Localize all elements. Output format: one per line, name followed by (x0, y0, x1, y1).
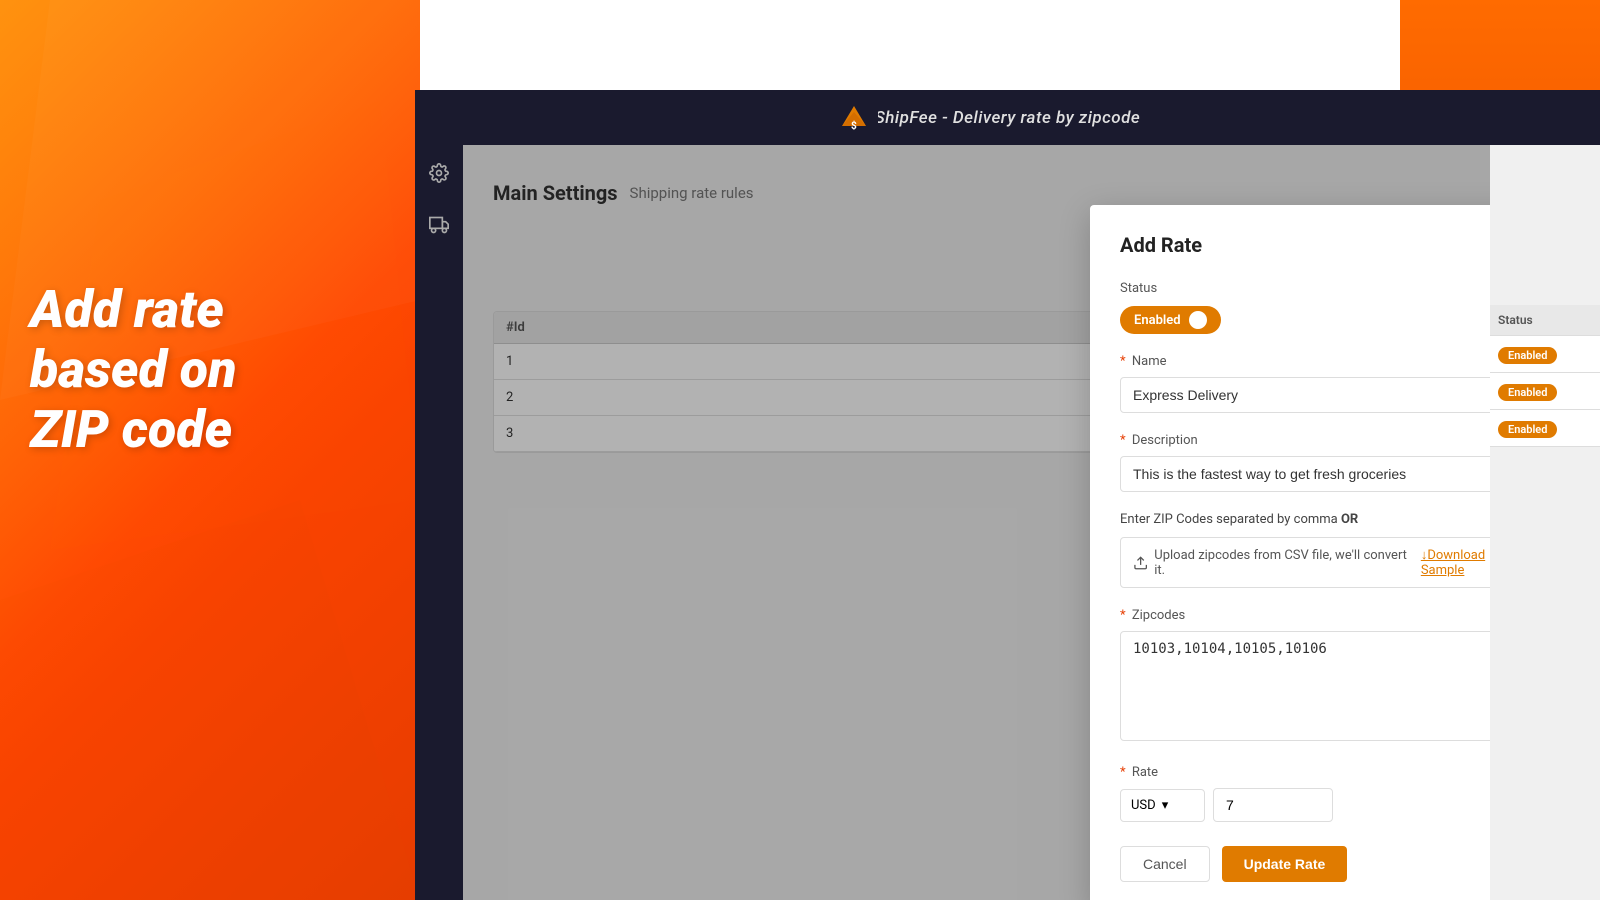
sidebar-item-delivery[interactable] (415, 201, 463, 249)
modal-overlay: Add Rate × Status Enabled (463, 145, 1600, 900)
required-star-rate: * (1120, 765, 1126, 780)
main-content: Main Settings Shipping rate rules Shippi… (463, 145, 1600, 900)
header-title: ShipFee - Delivery rate by zipcode (875, 108, 1141, 128)
currency-select[interactable]: USD ▾ (1120, 789, 1205, 822)
cancel-button[interactable]: Cancel (1120, 846, 1210, 882)
status-badge-circle (1189, 311, 1207, 329)
delivery-icon (429, 215, 449, 235)
status-tag-2: Enabled (1498, 384, 1557, 401)
zip-upload-section: Enter ZIP Codes separated by comma OR (1120, 512, 1540, 588)
rate-row: USD ▾ (1120, 788, 1540, 822)
name-field-group: * Name (1120, 354, 1540, 413)
hero-line1: Add rate (30, 280, 237, 340)
zip-section-label: Enter ZIP Codes separated by comma OR (1120, 512, 1540, 527)
app-logo: $ (838, 102, 870, 134)
upload-row: Upload zipcodes from CSV file, we'll con… (1120, 537, 1540, 588)
description-input[interactable] (1120, 456, 1540, 492)
rate-input[interactable] (1213, 788, 1333, 822)
modal-title: Add Rate (1120, 233, 1202, 257)
name-input[interactable] (1120, 377, 1540, 413)
sidebar (415, 145, 463, 900)
logo-area: $ (830, 90, 878, 145)
top-header: $ ShipFee - Delivery rate by zipcode (415, 90, 1600, 145)
required-star: * (1120, 354, 1126, 369)
name-label: * Name (1120, 354, 1540, 369)
upload-csv-button[interactable]: Upload zipcodes from CSV file, we'll con… (1133, 548, 1409, 578)
gear-icon (429, 163, 449, 183)
description-field-group: * Description (1120, 433, 1540, 492)
required-star-desc: * (1120, 433, 1126, 448)
status-tag-1: Enabled (1498, 347, 1557, 364)
rate-field-group: * Rate USD ▾ (1120, 765, 1540, 822)
currency-dropdown-icon: ▾ (1162, 798, 1169, 813)
modal-footer: Cancel Update Rate (1120, 846, 1540, 882)
status-toggle[interactable]: Enabled (1120, 306, 1221, 334)
right-panel-header: Status (1490, 305, 1600, 336)
modal-header: Add Rate × (1120, 233, 1540, 257)
app-body: Main Settings Shipping rate rules Shippi… (415, 145, 1600, 900)
upload-icon (1133, 555, 1148, 571)
status-badge-label: Enabled (1134, 313, 1181, 328)
right-status-item-1: Enabled (1490, 336, 1600, 373)
zipcodes-label: * Zipcodes (1120, 608, 1540, 623)
status-label: Status (1120, 281, 1540, 296)
sidebar-item-settings[interactable] (415, 149, 463, 197)
hero-text: Add rate based on ZIP code (30, 280, 237, 459)
upload-label: Upload zipcodes from CSV file, we'll con… (1154, 548, 1409, 578)
hero-line2: based on (30, 340, 237, 400)
status-tag-3: Enabled (1498, 421, 1557, 438)
right-status-item-3: Enabled (1490, 410, 1600, 447)
app-wrapper: Main Settings Shipping rate rules Shippi… (415, 90, 1600, 900)
description-label: * Description (1120, 433, 1540, 448)
right-status-item-2: Enabled (1490, 373, 1600, 410)
currency-value: USD (1131, 798, 1156, 813)
zipcodes-field-group: * Zipcodes (1120, 608, 1540, 745)
rate-label: * Rate (1120, 765, 1540, 780)
zipcodes-textarea[interactable] (1120, 631, 1540, 741)
update-rate-button[interactable]: Update Rate (1222, 846, 1348, 882)
svg-text:$: $ (851, 119, 857, 132)
required-star-zip: * (1120, 608, 1126, 623)
hero-line3: ZIP code (30, 400, 237, 460)
right-panel: Status Enabled Enabled Enabled (1490, 145, 1600, 900)
status-section: Status Enabled (1120, 281, 1540, 334)
